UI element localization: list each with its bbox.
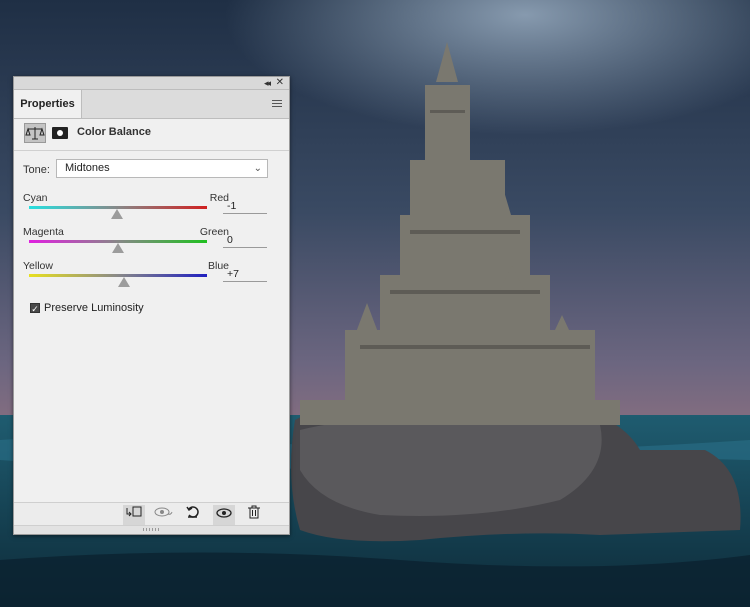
close-panel-icon[interactable]: ✕ — [276, 77, 284, 89]
tone-dropdown-value: Midtones — [65, 162, 110, 174]
view-previous-state-icon[interactable] — [153, 505, 175, 525]
visibility-eye-icon[interactable] — [213, 505, 235, 525]
tone-label: Tone: — [23, 164, 50, 176]
tab-properties[interactable]: Properties — [14, 90, 82, 118]
layer-mask-icon[interactable] — [52, 127, 68, 139]
trash-icon[interactable] — [243, 505, 265, 525]
panel-tab-row: Properties — [14, 90, 289, 119]
cyan-red-slider[interactable]: Cyan Red -1 — [23, 192, 269, 222]
chevron-down-icon: ⌄ — [253, 163, 262, 174]
slider-value-field[interactable]: -1 — [223, 198, 267, 214]
slider-thumb[interactable] — [111, 209, 124, 219]
clip-to-layer-icon[interactable] — [123, 505, 145, 525]
checkmark-icon[interactable]: ✓ — [30, 303, 40, 314]
preserve-luminosity-label: Preserve Luminosity — [44, 302, 144, 314]
slider-thumb[interactable] — [112, 243, 124, 253]
collapse-panel-icon[interactable]: ◂◂ — [264, 77, 271, 89]
preserve-luminosity-checkbox[interactable]: ✓ Preserve Luminosity — [30, 302, 144, 314]
panel-resize-grip[interactable] — [14, 525, 289, 534]
panel-menu-icon[interactable] — [272, 100, 282, 108]
slider-value-field[interactable]: +7 — [223, 266, 267, 282]
panel-bottom-toolbar — [14, 502, 289, 527]
balance-scale-icon[interactable] — [24, 123, 46, 143]
magenta-green-slider[interactable]: Magenta Green 0 — [23, 226, 269, 256]
slider-value-field[interactable]: 0 — [223, 232, 267, 248]
slider-left-label: Yellow — [23, 260, 53, 272]
yellow-blue-slider[interactable]: Yellow Blue +7 — [23, 260, 269, 290]
reset-icon[interactable] — [182, 505, 204, 525]
properties-panel: ◂◂ ✕ Properties Color Balance Tone: Midt… — [13, 76, 290, 535]
tone-dropdown[interactable]: Midtones ⌄ — [56, 159, 268, 178]
panel-titlebar: ◂◂ ✕ — [14, 77, 289, 90]
slider-left-label: Magenta — [23, 226, 64, 238]
adjustment-header: Color Balance — [14, 118, 289, 151]
slider-thumb[interactable] — [118, 277, 131, 287]
slider-left-label: Cyan — [23, 192, 48, 204]
adjustment-title: Color Balance — [77, 126, 151, 138]
